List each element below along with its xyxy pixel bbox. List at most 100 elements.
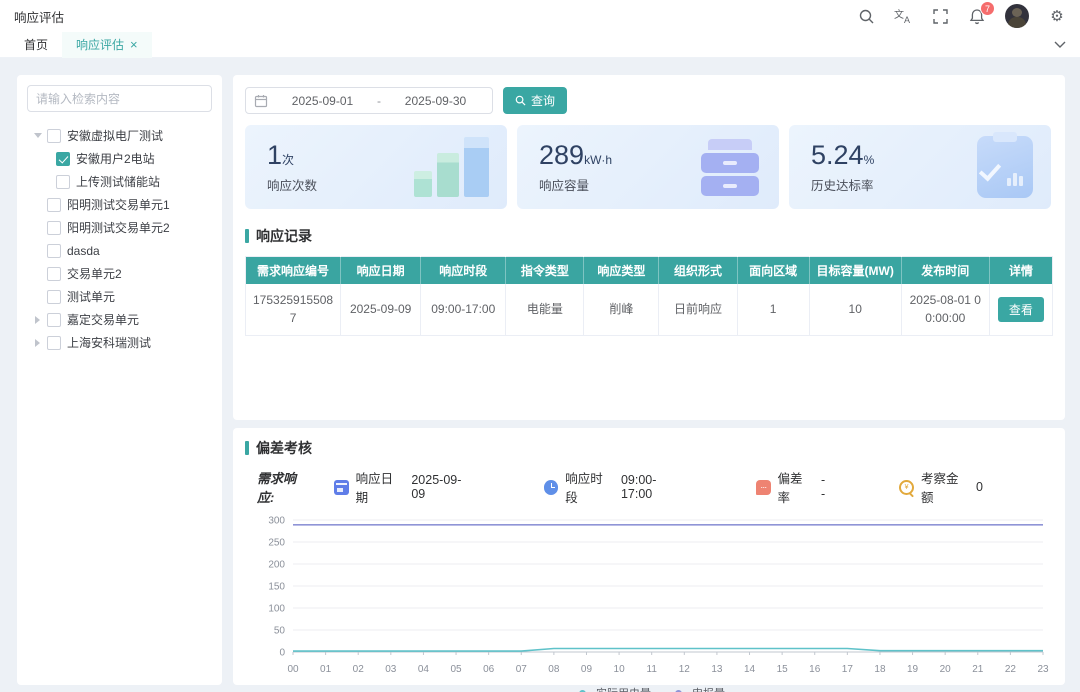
- search-icon[interactable]: [857, 7, 875, 25]
- svg-text:文: 文: [894, 8, 904, 21]
- app-header: 响应评估 文A 7: [0, 0, 1080, 32]
- deviation-info-row: 需求响应: 响应日期 2025-09-09 响应时段 09:00-17:00 偏…: [245, 468, 1053, 506]
- legend-item-declared[interactable]: 申报量: [669, 685, 725, 692]
- date-end[interactable]: 2025-09-30: [387, 94, 484, 108]
- caret-right-icon[interactable]: [31, 336, 44, 349]
- deviation-panel: 偏差考核 需求响应: 响应日期 2025-09-09 响应时段 09:00-17…: [233, 428, 1065, 685]
- tab-home[interactable]: 首页: [10, 32, 62, 58]
- stat-label: 响应容量: [539, 175, 612, 194]
- deviation-item-period: 响应时段 09:00-17:00: [544, 468, 686, 506]
- svg-text:23: 23: [1037, 664, 1049, 675]
- caret-down-icon[interactable]: [31, 129, 44, 142]
- checkbox-checked[interactable]: [56, 152, 70, 166]
- checkbox[interactable]: [47, 198, 61, 212]
- fullscreen-icon[interactable]: [931, 7, 949, 25]
- tree-node-label[interactable]: dasda: [67, 244, 100, 258]
- svg-text:14: 14: [744, 664, 756, 675]
- tree-node: 阳明测试交易单元1: [27, 193, 212, 216]
- tree-node-label[interactable]: 上海安科瑞测试: [67, 334, 151, 351]
- svg-text:50: 50: [274, 626, 286, 637]
- clock-icon: [544, 480, 559, 495]
- tree-node-label[interactable]: 阳明测试交易单元1: [67, 196, 170, 213]
- deviation-item-value: 09:00-17:00: [621, 473, 686, 501]
- tree-node-label[interactable]: 安徽虚拟电厂测试: [67, 127, 163, 144]
- checkbox[interactable]: [47, 129, 61, 143]
- svg-text:15: 15: [777, 664, 789, 675]
- calendar-icon: [334, 480, 349, 495]
- stat-value: 1次: [267, 140, 317, 171]
- svg-text:100: 100: [268, 604, 285, 615]
- tree-node: 安徽虚拟电厂测试: [27, 124, 212, 147]
- tree-node: 交易单元2: [27, 262, 212, 285]
- legend-item-actual[interactable]: 实际用电量: [573, 685, 651, 692]
- translate-icon[interactable]: 文A: [894, 7, 912, 25]
- svg-text:09: 09: [581, 664, 593, 675]
- svg-text:06: 06: [483, 664, 495, 675]
- notifications-bell-icon[interactable]: 7: [968, 7, 986, 25]
- section-accent-bar: [245, 229, 249, 243]
- drawer-icon: [699, 139, 761, 196]
- tree-node-label[interactable]: 交易单元2: [67, 265, 122, 282]
- col-header: 指令类型: [506, 257, 584, 284]
- user-avatar[interactable]: [1005, 4, 1029, 28]
- svg-text:00: 00: [287, 664, 299, 675]
- date-start[interactable]: 2025-09-01: [274, 94, 371, 108]
- tree-node-label[interactable]: 阳明测试交易单元2: [67, 219, 170, 236]
- deviation-section-title: 偏差考核: [245, 438, 1053, 458]
- query-button-label: 查询: [531, 92, 555, 109]
- checkbox[interactable]: [47, 290, 61, 304]
- checkbox[interactable]: [47, 313, 61, 327]
- notification-badge: 7: [980, 1, 995, 16]
- col-header: 响应类型: [584, 257, 659, 284]
- stat-unit: 次: [282, 153, 294, 167]
- stat-cards: 1次 响应次数 289kW·h 响应容量 5.24% 历史达标率: [245, 125, 1053, 209]
- cell-record-id: 1753259155087: [246, 284, 341, 336]
- caret-right-icon[interactable]: [31, 313, 44, 326]
- svg-text:03: 03: [385, 664, 397, 675]
- svg-text:A: A: [904, 15, 910, 24]
- tree-node-label[interactable]: 测试单元: [67, 288, 115, 305]
- svg-text:11: 11: [647, 664, 658, 675]
- svg-text:02: 02: [353, 664, 365, 675]
- svg-text:0: 0: [279, 648, 285, 659]
- page-title: 响应评估: [14, 7, 64, 26]
- svg-text:08: 08: [548, 664, 560, 675]
- tab-response-evaluation[interactable]: 响应评估: [62, 32, 152, 58]
- checkbox[interactable]: [56, 175, 70, 189]
- checkbox[interactable]: [47, 267, 61, 281]
- query-button[interactable]: 查询: [503, 87, 567, 114]
- chart-legend: 实际用电量 申报量: [245, 685, 1053, 692]
- checkbox[interactable]: [47, 244, 61, 258]
- chevron-down-icon[interactable]: [1050, 41, 1070, 49]
- settings-gear-icon[interactable]: [1048, 7, 1066, 25]
- calendar-icon: [254, 94, 268, 108]
- legend-label: 申报量: [692, 685, 725, 692]
- checkbox[interactable]: [47, 221, 61, 235]
- tree-node: dasda: [27, 239, 212, 262]
- tree-node-label[interactable]: 上传测试储能站: [76, 173, 160, 190]
- checkbox[interactable]: [47, 336, 61, 350]
- tree-node-label[interactable]: 嘉定交易单元: [67, 311, 139, 328]
- svg-text:16: 16: [809, 664, 821, 675]
- tree-node-label[interactable]: 安徽用户2电站: [76, 150, 155, 167]
- search-input[interactable]: [27, 85, 212, 112]
- deviation-item-date: 响应日期 2025-09-09: [334, 468, 474, 506]
- stat-value: 289kW·h: [539, 140, 612, 171]
- deviation-prefix: 需求响应:: [257, 468, 312, 506]
- section-title-text: 响应记录: [256, 226, 312, 246]
- svg-text:150: 150: [268, 582, 285, 593]
- deviation-item-rate: 偏差率 --: [756, 468, 829, 506]
- coin-icon: [899, 480, 914, 495]
- view-button[interactable]: 查看: [998, 297, 1044, 322]
- close-icon[interactable]: [130, 37, 138, 52]
- date-range-picker[interactable]: 2025-09-01 - 2025-09-30: [245, 87, 493, 114]
- svg-text:13: 13: [711, 664, 723, 675]
- tab-bar: 首页 响应评估: [0, 32, 1080, 58]
- deviation-item-value: 0: [976, 480, 983, 494]
- deviation-item-label: 响应时段: [565, 468, 614, 506]
- deviation-item-amount: 考察金额 0: [899, 468, 983, 506]
- col-header: 组织形式: [659, 257, 737, 284]
- tree-node: 上传测试储能站: [27, 170, 212, 193]
- cell-publish-time: 2025-08-01 00:00:00: [901, 284, 989, 336]
- cell-response-type: 削峰: [584, 284, 659, 336]
